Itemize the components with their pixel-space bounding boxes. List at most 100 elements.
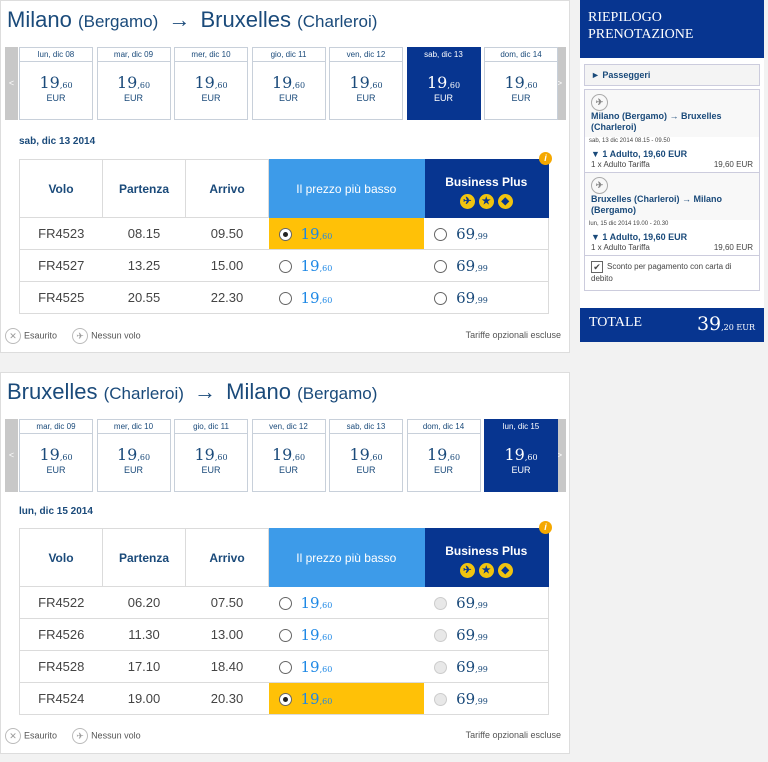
- col-volo: Volo: [19, 159, 103, 218]
- date-label: sab, dic 13: [330, 422, 402, 434]
- date-option[interactable]: mer, dic 10 19,60 EUR: [174, 47, 248, 120]
- business-plus-radio[interactable]: [434, 629, 448, 643]
- departure-time: 08.15: [102, 217, 186, 250]
- lowest-fare-radio[interactable]: [278, 260, 292, 274]
- date-option[interactable]: gio, dic 11 19,60 EUR: [251, 47, 326, 120]
- lowest-fare-price: 19,60: [299, 586, 425, 619]
- departure-time: 20.55: [102, 281, 186, 314]
- total-label: TOTALE: [589, 315, 643, 330]
- booking-summary: RIEPILOGO PRENOTAZIONE ► Passeggeri ✈Mil…: [580, 0, 764, 342]
- info-icon[interactable]: i: [539, 521, 552, 534]
- date-option[interactable]: sab, dic 13 19,60 EUR: [406, 47, 481, 120]
- outbound-date-strip: < > lun, dic 08 19,60 EUR mar, dic 09 19,60 E…: [5, 47, 566, 120]
- info-icon[interactable]: i: [539, 152, 552, 165]
- date-option[interactable]: lun, dic 08 19,60 EUR: [19, 47, 93, 120]
- business-plus-title: Business Plus: [445, 544, 528, 558]
- route-to-airport: (Bergamo): [297, 384, 378, 403]
- business-plus-option[interactable]: [424, 682, 456, 715]
- business-plus-icons: ✈ ★ ◆: [426, 562, 547, 578]
- passengers-toggle[interactable]: ► Passeggeri: [584, 64, 760, 86]
- lowest-fare-price: 19,60: [299, 618, 425, 651]
- date-price: 19,60: [39, 445, 73, 464]
- lowest-fare-option[interactable]: [268, 281, 300, 314]
- date-currency: EUR: [201, 93, 221, 103]
- departure-time: 13.25: [102, 249, 186, 282]
- date-option[interactable]: lun, dic 15 19,60 EUR: [484, 419, 558, 492]
- business-plus-radio[interactable]: [434, 597, 448, 611]
- lowest-fare-radio[interactable]: [278, 629, 292, 643]
- business-plus-radio[interactable]: [434, 260, 448, 274]
- lowest-fare-radio[interactable]: [278, 661, 292, 675]
- lowest-fare-radio[interactable]: [278, 597, 292, 611]
- date-currency: EUR: [278, 465, 298, 475]
- business-plus-icons: ✈ ★ ◆: [426, 193, 547, 209]
- date-label: mer, dic 10: [175, 50, 247, 62]
- date-option[interactable]: sab, dic 13 19,60 EUR: [329, 419, 403, 492]
- lowest-fare-price: 19,60: [299, 217, 425, 250]
- date-price: 19,60: [426, 73, 461, 92]
- business-plus-price: 69,99: [455, 281, 550, 314]
- date-currency: EUR: [511, 93, 531, 103]
- date-price: 19,60: [271, 73, 306, 92]
- lowest-fare-option[interactable]: [268, 217, 300, 250]
- no-fee-icon: ✈: [459, 563, 475, 578]
- lowest-fare-option[interactable]: [268, 586, 300, 619]
- date-option[interactable]: mar, dic 09 19,60 EUR: [19, 419, 93, 492]
- flight-row: FR4524 19.00 20.30 19,60 69,99: [19, 682, 550, 715]
- date-option[interactable]: ven, dic 12 19,60 EUR: [251, 419, 326, 492]
- debit-discount-checkbox[interactable]: ✔: [591, 261, 603, 273]
- lowest-fare-radio[interactable]: [278, 693, 292, 707]
- route-to: Milano: [226, 379, 291, 404]
- lowest-fare-option[interactable]: [268, 682, 300, 715]
- leg-adult-toggle[interactable]: ▼ 1 Adulto, 19,60 EUR: [585, 228, 759, 242]
- date-currency: EUR: [433, 465, 453, 475]
- lowest-fare-radio[interactable]: [278, 292, 292, 306]
- fare-label: 1 x Adulto Tariffa: [591, 160, 650, 169]
- flight-row: FR4522 06.20 07.50 19,60 69,99: [19, 586, 550, 619]
- business-plus-option[interactable]: [424, 586, 456, 619]
- lowest-fare-option[interactable]: [268, 650, 300, 683]
- business-plus-option[interactable]: [424, 650, 456, 683]
- date-option[interactable]: mer, dic 10 19,60 EUR: [96, 419, 171, 492]
- prev-dates-arrow-icon[interactable]: <: [5, 419, 18, 492]
- legend-no-flight: Nessun volo: [91, 730, 141, 741]
- lowest-fare-option[interactable]: [268, 618, 300, 651]
- col-business-plus: Business Plus ✈ ★ ◆ i: [423, 521, 552, 587]
- business-plus-radio[interactable]: [434, 292, 448, 306]
- date-option[interactable]: ven, dic 12 19,60 EUR: [329, 47, 403, 120]
- date-price: 19,60: [194, 445, 228, 464]
- date-option[interactable]: gio, dic 11 19,60 EUR: [174, 419, 248, 492]
- col-lowest-price: Il prezzo più basso: [268, 528, 425, 587]
- prev-dates-arrow-icon[interactable]: <: [5, 47, 18, 120]
- date-currency: EUR: [278, 93, 298, 103]
- lowest-fare-option[interactable]: [268, 249, 300, 282]
- business-plus-radio[interactable]: [434, 661, 448, 675]
- flight-number: FR4526: [19, 618, 103, 651]
- date-label: mar, dic 09: [97, 50, 170, 62]
- date-option[interactable]: dom, dic 14 19,60 EUR: [406, 419, 481, 492]
- leg-adult-toggle[interactable]: ▼ 1 Adulto, 19,60 EUR: [585, 145, 759, 159]
- business-plus-option[interactable]: [424, 249, 456, 282]
- arrival-time: 13.00: [185, 618, 269, 651]
- outbound-panel: Milano (Bergamo) → Bruxelles (Charleroi)…: [0, 0, 570, 353]
- total-int: 39: [696, 313, 722, 335]
- plane-icon: ✈: [591, 177, 608, 194]
- col-volo: Volo: [19, 528, 103, 587]
- business-plus-radio[interactable]: [434, 228, 448, 242]
- leg-route: Milano (Bergamo) → Bruxelles (Charleroi): [591, 111, 722, 132]
- legend-no-flight: Nessun volo: [91, 330, 141, 341]
- date-option[interactable]: dom, dic 14 19,60 EUR: [484, 47, 558, 120]
- business-plus-option[interactable]: [424, 618, 456, 651]
- business-plus-price: 69,99: [455, 618, 550, 651]
- business-plus-radio[interactable]: [434, 693, 448, 707]
- summary-leg-outbound: ✈ Milano (Bergamo) → Bruxelles (Charleroi…: [584, 89, 760, 292]
- date-label: gio, dic 11: [175, 422, 247, 434]
- lowest-fare-radio[interactable]: [278, 228, 292, 242]
- bag-icon: ◆: [497, 563, 513, 578]
- date-option[interactable]: mar, dic 09 19,60 EUR: [96, 47, 171, 120]
- departure-time: 06.20: [102, 586, 186, 619]
- total-amount: 39,20 EUR: [697, 313, 755, 335]
- business-plus-option[interactable]: [424, 281, 456, 314]
- business-plus-option[interactable]: [424, 217, 456, 250]
- route-from-airport: (Bergamo): [77, 12, 159, 31]
